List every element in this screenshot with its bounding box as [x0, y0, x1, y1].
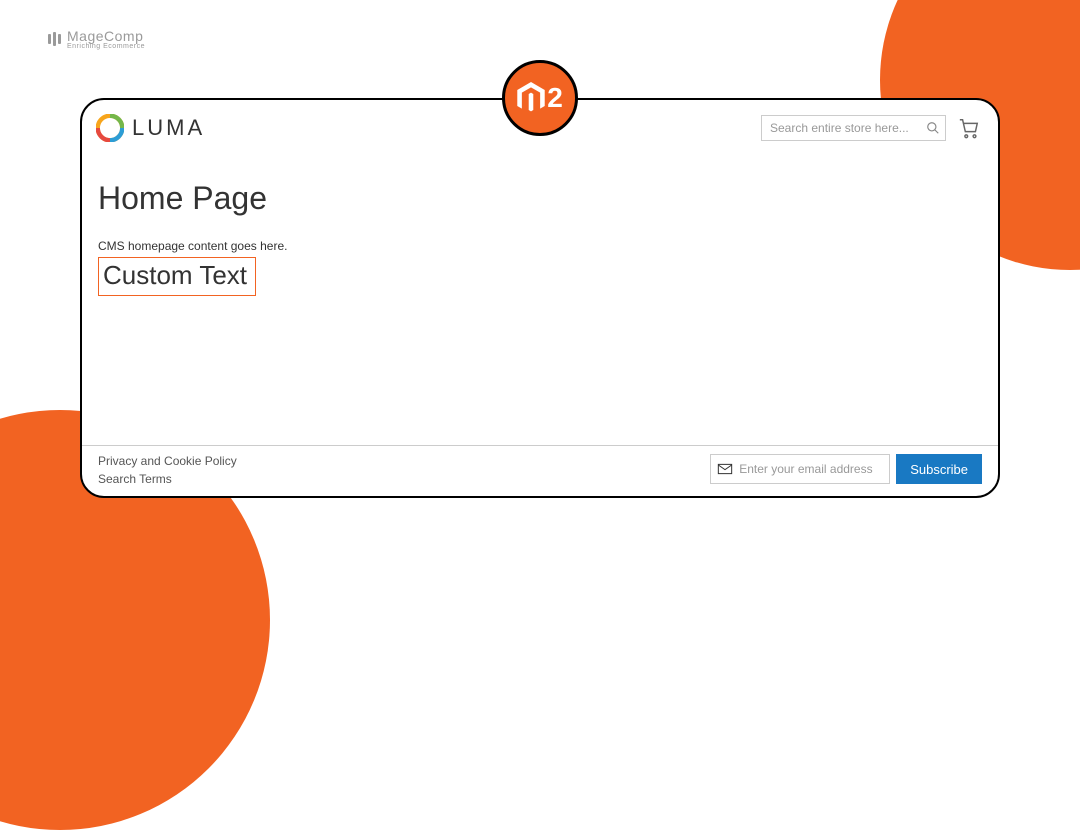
cms-note: CMS homepage content goes here. [98, 239, 982, 253]
subscribe-button[interactable]: Subscribe [896, 454, 982, 484]
search-input[interactable] [761, 115, 946, 141]
luma-logo[interactable]: LUMA [96, 114, 205, 142]
footer-link-privacy[interactable]: Privacy and Cookie Policy [98, 454, 237, 468]
badge-suffix: 2 [547, 82, 563, 114]
magento-icon [517, 82, 545, 114]
magento2-badge: 2 [502, 60, 578, 136]
footer-links: Privacy and Cookie Policy Search Terms [98, 454, 237, 486]
app-window: LUMA Home Page CMS homepage content goes [80, 98, 1000, 498]
search-icon[interactable] [924, 119, 942, 137]
cart-icon[interactable] [958, 117, 980, 139]
mail-icon [717, 461, 733, 477]
newsletter-input[interactable] [739, 455, 889, 483]
search-box [761, 115, 946, 141]
custom-text-highlight: Custom Text [98, 257, 256, 296]
page-title: Home Page [98, 180, 982, 217]
magecomp-bars-icon [48, 32, 61, 46]
store-footer: Privacy and Cookie Policy Search Terms S… [82, 445, 998, 496]
footer-link-search-terms[interactable]: Search Terms [98, 472, 237, 486]
magecomp-logo: MageComp Enriching Ecommerce [48, 28, 145, 50]
main-content: Home Page CMS homepage content goes here… [82, 152, 998, 445]
luma-logo-icon [96, 114, 124, 142]
newsletter-box [710, 454, 890, 484]
magecomp-tagline: Enriching Ecommerce [67, 43, 145, 50]
luma-logo-text: LUMA [132, 115, 205, 141]
magecomp-name: MageComp [67, 28, 143, 44]
